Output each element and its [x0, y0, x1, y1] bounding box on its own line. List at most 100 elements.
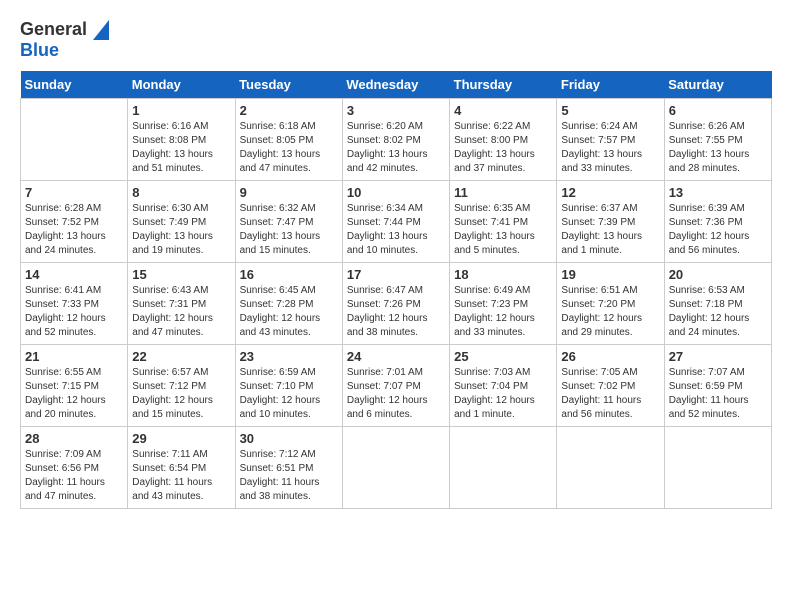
- logo-general: General: [20, 19, 87, 39]
- calendar-cell: 8 Sunrise: 6:30 AM Sunset: 7:49 PM Daylig…: [128, 181, 235, 263]
- calendar-table: SundayMondayTuesdayWednesdayThursdayFrid…: [20, 71, 772, 509]
- day-number: 11: [454, 185, 552, 200]
- day-info: Sunrise: 6:37 AM Sunset: 7:39 PM Dayligh…: [561, 202, 659, 258]
- calendar-cell: 19Sunrise: 6:51 AM Sunset: 7:20 PM Dayli…: [557, 263, 664, 345]
- day-number: 13: [669, 185, 767, 200]
- logo-triangle-icon: [93, 20, 109, 40]
- weekday-header-saturday: Saturday: [664, 71, 771, 99]
- page-header: General Blue: [20, 20, 772, 61]
- calendar-cell: [21, 99, 128, 181]
- day-number: 2: [240, 103, 338, 118]
- day-info: Sunrise: 6:43 AM Sunset: 7:31 PM Dayligh…: [132, 284, 230, 340]
- day-number: 20: [669, 267, 767, 282]
- calendar-cell: 23Sunrise: 6:59 AM Sunset: 7:10 PM Dayli…: [235, 345, 342, 427]
- calendar-cell: 28 Sunrise: 7:09 AM Sunset: 6:56 PM Dayli…: [21, 427, 128, 509]
- day-info: Sunrise: 7:07 AM Sunset: 6:59 PM Dayligh…: [669, 366, 767, 422]
- calendar-cell: 11 Sunrise: 6:35 AM Sunset: 7:41 PM Dayli…: [450, 181, 557, 263]
- day-number: 15: [132, 267, 230, 282]
- calendar-cell: 7 Sunrise: 6:28 AM Sunset: 7:52 PM Daylig…: [21, 181, 128, 263]
- day-number: 4: [454, 103, 552, 118]
- weekday-header-wednesday: Wednesday: [342, 71, 449, 99]
- calendar-cell: 13 Sunrise: 6:39 AM Sunset: 7:36 PM Dayli…: [664, 181, 771, 263]
- weekday-header-sunday: Sunday: [21, 71, 128, 99]
- logo-blue: Blue: [20, 40, 59, 61]
- day-number: 22: [132, 349, 230, 364]
- day-number: 9: [240, 185, 338, 200]
- calendar-cell: 15 Sunrise: 6:43 AM Sunset: 7:31 PM Dayli…: [128, 263, 235, 345]
- day-number: 1: [132, 103, 230, 118]
- calendar-cell: 21Sunrise: 6:55 AM Sunset: 7:15 PM Dayli…: [21, 345, 128, 427]
- calendar-cell: 10Sunrise: 6:34 AM Sunset: 7:44 PM Dayli…: [342, 181, 449, 263]
- calendar-week-3: 14 Sunrise: 6:41 AM Sunset: 7:33 PM Dayli…: [21, 263, 772, 345]
- day-info: Sunrise: 7:01 AM Sunset: 7:07 PM Dayligh…: [347, 366, 445, 422]
- calendar-cell: [557, 427, 664, 509]
- day-number: 27: [669, 349, 767, 364]
- day-info: Sunrise: 6:47 AM Sunset: 7:26 PM Dayligh…: [347, 284, 445, 340]
- weekday-header-thursday: Thursday: [450, 71, 557, 99]
- calendar-cell: 25Sunrise: 7:03 AM Sunset: 7:04 PM Dayli…: [450, 345, 557, 427]
- day-number: 5: [561, 103, 659, 118]
- calendar-header-row: SundayMondayTuesdayWednesdayThursdayFrid…: [21, 71, 772, 99]
- weekday-header-friday: Friday: [557, 71, 664, 99]
- calendar-week-1: 1 Sunrise: 6:16 AM Sunset: 8:08 PM Daylig…: [21, 99, 772, 181]
- day-number: 10: [347, 185, 445, 200]
- calendar-cell: 24 Sunrise: 7:01 AM Sunset: 7:07 PM Dayli…: [342, 345, 449, 427]
- day-number: 28: [25, 431, 123, 446]
- day-info: Sunrise: 6:24 AM Sunset: 7:57 PM Dayligh…: [561, 120, 659, 176]
- day-info: Sunrise: 6:30 AM Sunset: 7:49 PM Dayligh…: [132, 202, 230, 258]
- day-number: 29: [132, 431, 230, 446]
- day-info: Sunrise: 7:12 AM Sunset: 6:51 PM Dayligh…: [240, 448, 338, 504]
- day-number: 17: [347, 267, 445, 282]
- calendar-cell: 29 Sunrise: 7:11 AM Sunset: 6:54 PM Dayli…: [128, 427, 235, 509]
- calendar-cell: 18 Sunrise: 6:49 AM Sunset: 7:23 PM Dayli…: [450, 263, 557, 345]
- calendar-cell: 9 Sunrise: 6:32 AM Sunset: 7:47 PM Daylig…: [235, 181, 342, 263]
- day-number: 6: [669, 103, 767, 118]
- day-info: Sunrise: 6:26 AM Sunset: 7:55 PM Dayligh…: [669, 120, 767, 176]
- day-number: 8: [132, 185, 230, 200]
- calendar-cell: 6 Sunrise: 6:26 AM Sunset: 7:55 PM Daylig…: [664, 99, 771, 181]
- calendar-cell: [664, 427, 771, 509]
- calendar-cell: 16Sunrise: 6:45 AM Sunset: 7:28 PM Dayli…: [235, 263, 342, 345]
- day-number: 18: [454, 267, 552, 282]
- day-info: Sunrise: 6:39 AM Sunset: 7:36 PM Dayligh…: [669, 202, 767, 258]
- day-info: Sunrise: 6:20 AM Sunset: 8:02 PM Dayligh…: [347, 120, 445, 176]
- day-info: Sunrise: 6:28 AM Sunset: 7:52 PM Dayligh…: [25, 202, 123, 258]
- calendar-cell: [450, 427, 557, 509]
- calendar-cell: 30 Sunrise: 7:12 AM Sunset: 6:51 PM Dayli…: [235, 427, 342, 509]
- calendar-cell: 26 Sunrise: 7:05 AM Sunset: 7:02 PM Dayli…: [557, 345, 664, 427]
- day-info: Sunrise: 7:11 AM Sunset: 6:54 PM Dayligh…: [132, 448, 230, 504]
- calendar-cell: 27 Sunrise: 7:07 AM Sunset: 6:59 PM Dayli…: [664, 345, 771, 427]
- calendar-cell: 5 Sunrise: 6:24 AM Sunset: 7:57 PM Daylig…: [557, 99, 664, 181]
- day-info: Sunrise: 6:59 AM Sunset: 7:10 PM Dayligh…: [240, 366, 338, 422]
- day-info: Sunrise: 6:32 AM Sunset: 7:47 PM Dayligh…: [240, 202, 338, 258]
- day-info: Sunrise: 6:35 AM Sunset: 7:41 PM Dayligh…: [454, 202, 552, 258]
- day-number: 26: [561, 349, 659, 364]
- calendar-week-4: 21Sunrise: 6:55 AM Sunset: 7:15 PM Dayli…: [21, 345, 772, 427]
- day-info: Sunrise: 6:57 AM Sunset: 7:12 PM Dayligh…: [132, 366, 230, 422]
- day-number: 30: [240, 431, 338, 446]
- day-info: Sunrise: 6:51 AM Sunset: 7:20 PM Dayligh…: [561, 284, 659, 340]
- weekday-header-monday: Monday: [128, 71, 235, 99]
- day-info: Sunrise: 6:53 AM Sunset: 7:18 PM Dayligh…: [669, 284, 767, 340]
- day-info: Sunrise: 6:22 AM Sunset: 8:00 PM Dayligh…: [454, 120, 552, 176]
- day-number: 14: [25, 267, 123, 282]
- day-info: Sunrise: 6:16 AM Sunset: 8:08 PM Dayligh…: [132, 120, 230, 176]
- day-number: 12: [561, 185, 659, 200]
- day-number: 25: [454, 349, 552, 364]
- day-info: Sunrise: 6:49 AM Sunset: 7:23 PM Dayligh…: [454, 284, 552, 340]
- calendar-cell: 22 Sunrise: 6:57 AM Sunset: 7:12 PM Dayli…: [128, 345, 235, 427]
- day-info: Sunrise: 6:41 AM Sunset: 7:33 PM Dayligh…: [25, 284, 123, 340]
- day-number: 24: [347, 349, 445, 364]
- day-number: 16: [240, 267, 338, 282]
- day-info: Sunrise: 7:05 AM Sunset: 7:02 PM Dayligh…: [561, 366, 659, 422]
- day-info: Sunrise: 7:09 AM Sunset: 6:56 PM Dayligh…: [25, 448, 123, 504]
- day-info: Sunrise: 6:18 AM Sunset: 8:05 PM Dayligh…: [240, 120, 338, 176]
- calendar-week-2: 7 Sunrise: 6:28 AM Sunset: 7:52 PM Daylig…: [21, 181, 772, 263]
- day-number: 3: [347, 103, 445, 118]
- day-number: 7: [25, 185, 123, 200]
- day-info: Sunrise: 6:55 AM Sunset: 7:15 PM Dayligh…: [25, 366, 123, 422]
- calendar-cell: 4 Sunrise: 6:22 AM Sunset: 8:00 PM Daylig…: [450, 99, 557, 181]
- calendar-cell: 20 Sunrise: 6:53 AM Sunset: 7:18 PM Dayli…: [664, 263, 771, 345]
- calendar-cell: 2 Sunrise: 6:18 AM Sunset: 8:05 PM Daylig…: [235, 99, 342, 181]
- logo: General Blue: [20, 20, 109, 61]
